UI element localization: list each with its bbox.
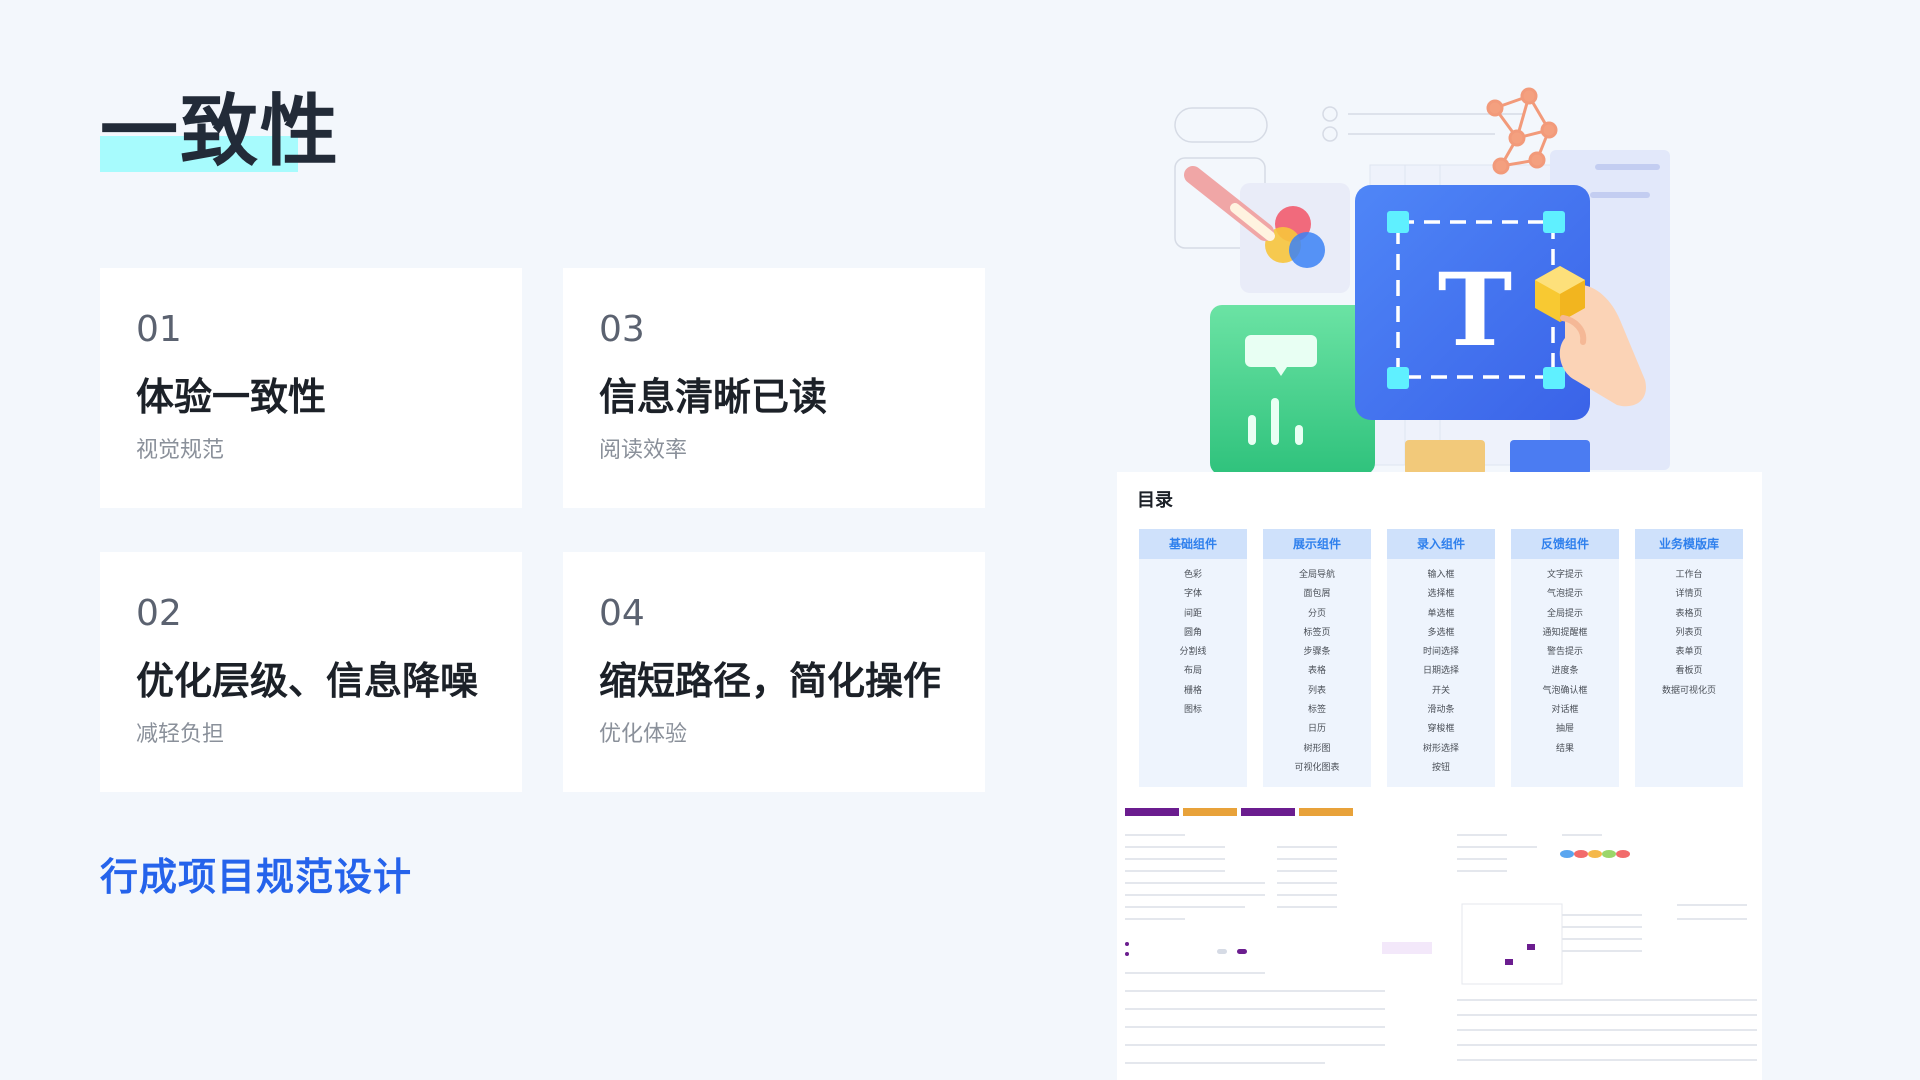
card-number: 02	[136, 593, 182, 634]
catalog-item[interactable]: 色彩	[1139, 566, 1247, 585]
catalog-item[interactable]: 选择框	[1387, 585, 1495, 604]
catalog-column-templates: 业务模版库 工作台 详情页 表格页 列表页 表单页 看板页 数据可视化页	[1635, 529, 1743, 787]
catalog-item[interactable]: 工作台	[1635, 566, 1743, 585]
catalog-item[interactable]: 列表	[1263, 682, 1371, 701]
catalog-item[interactable]: 文字提示	[1511, 566, 1619, 585]
catalog-item[interactable]: 步骤条	[1263, 643, 1371, 662]
catalog-item[interactable]: 通知提醒框	[1511, 624, 1619, 643]
catalog-item[interactable]: 日期选择	[1387, 662, 1495, 681]
catalog-item[interactable]: 开关	[1387, 682, 1495, 701]
catalog-item[interactable]: 详情页	[1635, 585, 1743, 604]
catalog-item[interactable]: 气泡提示	[1511, 585, 1619, 604]
card-title: 信息清晰已读	[599, 375, 828, 419]
color-chips	[1560, 850, 1630, 858]
catalog-item[interactable]: 结果	[1511, 740, 1619, 759]
catalog-item[interactable]: 表单页	[1635, 643, 1743, 662]
catalog-column-feedback: 反馈组件 文字提示 气泡提示 全局提示 通知提醒框 警告提示 进度条 气泡确认框…	[1511, 529, 1619, 787]
toggles	[1125, 942, 1432, 956]
card-01: 01 体验一致性 视觉规范	[100, 268, 522, 508]
catalog-column-basic: 基础组件 色彩 字体 间距 圆角 分割线 布局 栅格 图标	[1139, 529, 1247, 787]
catalog-item[interactable]: 间距	[1139, 605, 1247, 624]
catalog-column-display: 展示组件 全局导航 面包屑 分页 标签页 步骤条 表格 列表 标签 日历 树形图…	[1263, 529, 1371, 787]
catalog-item[interactable]: 表格	[1263, 662, 1371, 681]
catalog-item[interactable]: 日历	[1263, 720, 1371, 739]
card-04: 04 缩短路径，简化操作 优化体验	[563, 552, 985, 792]
text-letter: T	[1438, 251, 1512, 369]
component-catalog: 目录 基础组件 色彩 字体 间距 圆角 分割线 布局 栅格 图标 展示组件 全局…	[1117, 472, 1762, 794]
catalog-column-head: 展示组件	[1263, 529, 1371, 559]
catalog-item[interactable]: 按钮	[1387, 759, 1495, 778]
page-title-block: 一致性	[100, 82, 340, 182]
button-swatches	[1125, 808, 1353, 816]
catalog-item[interactable]: 布局	[1139, 662, 1247, 681]
card-subtitle: 阅读效率	[599, 438, 688, 463]
catalog-item[interactable]: 面包屑	[1263, 585, 1371, 604]
component-spec-thumbnail	[1117, 794, 1762, 1080]
catalog-item[interactable]: 警告提示	[1511, 643, 1619, 662]
catalog-item[interactable]: 看板页	[1635, 662, 1743, 681]
catalog-item[interactable]: 单选框	[1387, 605, 1495, 624]
catalog-item[interactable]: 输入框	[1387, 566, 1495, 585]
catalog-column-head: 反馈组件	[1511, 529, 1619, 559]
page-title: 一致性	[100, 87, 341, 177]
card-title: 体验一致性	[136, 375, 327, 419]
color-palette-icon	[1184, 166, 1350, 293]
catalog-item[interactable]: 分割线	[1139, 643, 1247, 662]
card-number: 03	[599, 309, 645, 350]
spec-sheet-graphic	[1125, 808, 1757, 1064]
pill-shape	[1174, 107, 1268, 143]
card-subtitle: 视觉规范	[136, 438, 225, 463]
card-subtitle: 减轻负担	[136, 722, 225, 747]
catalog-item[interactable]: 可视化图表	[1263, 759, 1371, 778]
catalog-item[interactable]: 分页	[1263, 605, 1371, 624]
catalog-item[interactable]: 图标	[1139, 701, 1247, 720]
card-03: 03 信息清晰已读 阅读效率	[563, 268, 985, 508]
catalog-item[interactable]: 多选框	[1387, 624, 1495, 643]
catalog-item[interactable]: 栅格	[1139, 682, 1247, 701]
catalog-item[interactable]: 树形选择	[1387, 740, 1495, 759]
catalog-item[interactable]: 列表页	[1635, 624, 1743, 643]
catalog-item[interactable]: 树形图	[1263, 740, 1371, 759]
card-subtitle: 优化体验	[599, 722, 688, 747]
card-02: 02 优化层级、信息降噪 减轻负担	[100, 552, 522, 792]
catalog-item[interactable]: 标签页	[1263, 624, 1371, 643]
chart-card-icon	[1210, 305, 1375, 475]
design-illustration: T	[1174, 87, 1670, 475]
catalog-item[interactable]: 表格页	[1635, 605, 1743, 624]
catalog-item[interactable]: 时间选择	[1387, 643, 1495, 662]
card-number: 01	[136, 309, 182, 350]
catalog-item[interactable]: 全局提示	[1511, 605, 1619, 624]
catalog-item[interactable]: 进度条	[1511, 662, 1619, 681]
molecule-icon	[1486, 87, 1558, 175]
catalog-column-head: 基础组件	[1139, 529, 1247, 559]
catalog-item[interactable]: 抽屉	[1511, 720, 1619, 739]
catalog-item[interactable]: 对话框	[1511, 701, 1619, 720]
catalog-column-head: 业务模版库	[1635, 529, 1743, 559]
card-title: 优化层级、信息降噪	[136, 659, 479, 703]
footer-title: 行成项目规范设计	[100, 855, 413, 899]
calendar-widget	[1461, 903, 1563, 985]
catalog-column-input: 录入组件 输入框 选择框 单选框 多选框 时间选择 日期选择 开关 滑动条 穿梭…	[1387, 529, 1495, 787]
catalog-title: 目录	[1137, 490, 1173, 511]
card-number: 04	[599, 593, 645, 634]
catalog-item[interactable]: 穿梭框	[1387, 720, 1495, 739]
catalog-item[interactable]: 标签	[1263, 701, 1371, 720]
catalog-item[interactable]: 字体	[1139, 585, 1247, 604]
catalog-item[interactable]: 气泡确认框	[1511, 682, 1619, 701]
catalog-column-head: 录入组件	[1387, 529, 1495, 559]
catalog-item[interactable]: 圆角	[1139, 624, 1247, 643]
catalog-item[interactable]: 滑动条	[1387, 701, 1495, 720]
card-title: 缩短路径，简化操作	[599, 659, 942, 703]
catalog-item[interactable]: 全局导航	[1263, 566, 1371, 585]
catalog-item[interactable]: 数据可视化页	[1635, 682, 1743, 701]
